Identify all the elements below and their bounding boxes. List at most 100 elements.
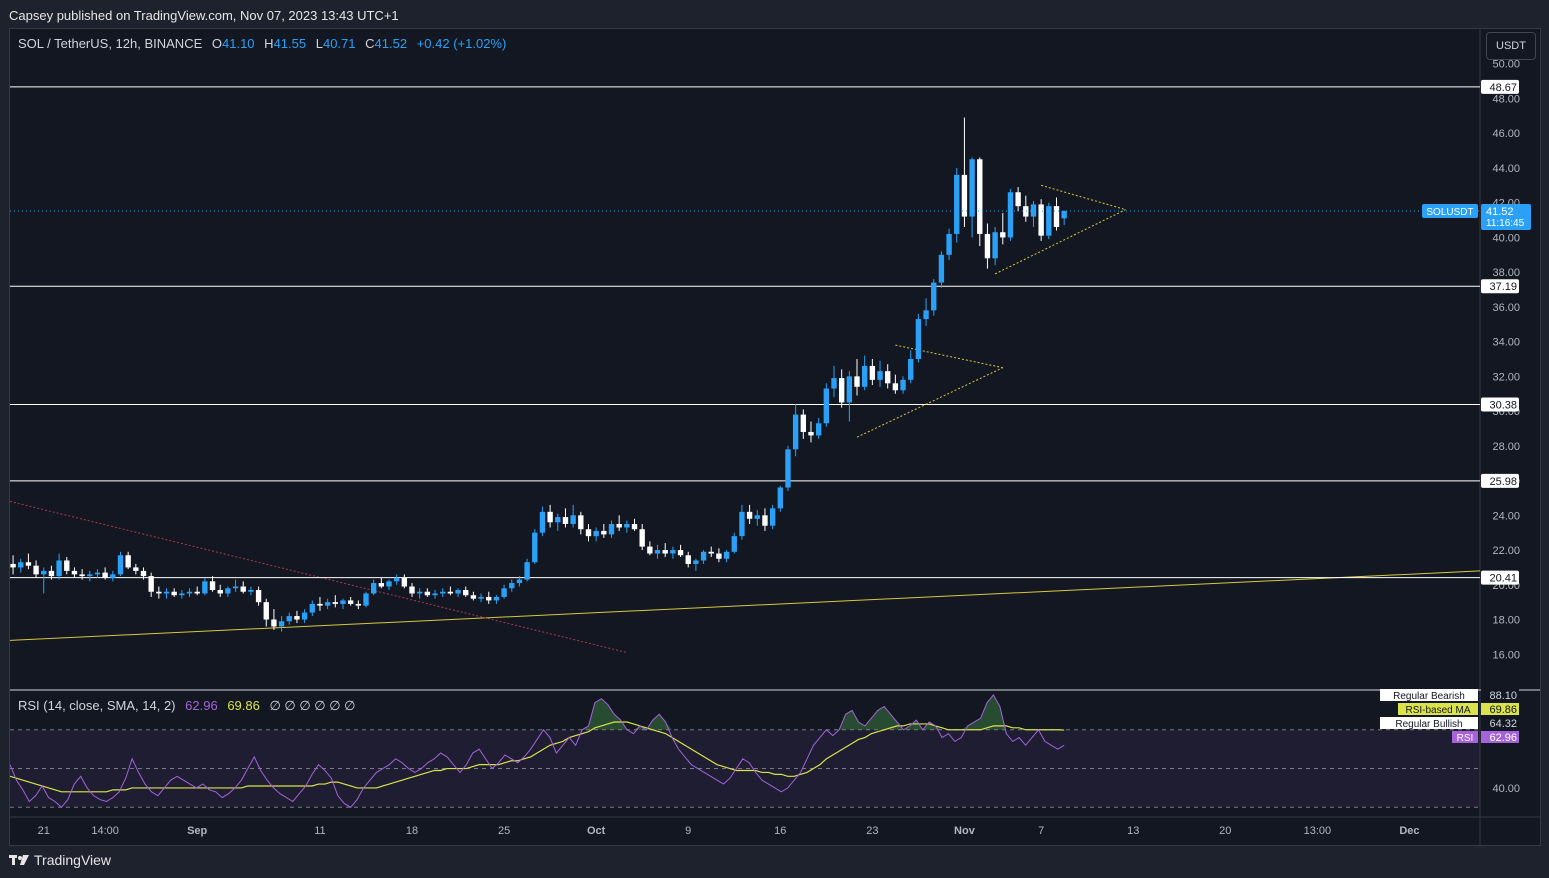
candle <box>202 577 208 596</box>
candle-body <box>217 590 223 594</box>
candle-body <box>278 621 285 627</box>
candle <box>117 551 124 577</box>
candle-body <box>110 574 116 578</box>
candle-body <box>1015 192 1021 207</box>
candle-body <box>631 524 638 530</box>
rsi-title[interactable]: RSI (14, close, SMA, 14, 2) <box>18 698 176 713</box>
candle-body <box>317 603 323 606</box>
candle <box>946 228 952 260</box>
candle-body <box>18 562 24 568</box>
candle-body <box>25 562 32 566</box>
candle-body <box>432 593 438 596</box>
candle-body <box>808 431 814 436</box>
candle-body <box>915 319 922 359</box>
tradingview-logo-icon <box>9 854 29 866</box>
candle <box>754 510 760 526</box>
candle-body <box>647 546 653 554</box>
open-label: O <box>211 36 222 51</box>
candle-body <box>608 524 615 535</box>
candle <box>823 383 830 427</box>
price-tick-label: 48.00 <box>1492 93 1520 105</box>
candle-body <box>1030 204 1037 217</box>
candle-body <box>562 517 569 524</box>
candle-body <box>685 555 691 564</box>
candle <box>578 511 584 535</box>
candle-body <box>286 616 292 622</box>
candle-body <box>463 590 469 596</box>
candle <box>1030 200 1037 227</box>
candle <box>1007 188 1014 241</box>
candle <box>217 584 223 597</box>
candle <box>1023 195 1029 222</box>
candle <box>585 524 592 542</box>
candle-body <box>79 574 85 577</box>
candle-body <box>447 591 454 594</box>
price-tick-label: 50.00 <box>1492 59 1520 71</box>
candle <box>862 355 868 391</box>
price-tick-label: 16.00 <box>1492 649 1520 661</box>
candle <box>56 553 62 580</box>
candle-body <box>470 595 477 599</box>
candle-body <box>800 414 806 432</box>
candle <box>386 579 392 590</box>
candle <box>33 560 39 578</box>
candle <box>915 313 922 363</box>
candle <box>877 360 883 387</box>
candle <box>179 590 185 599</box>
rsi-value: 62.96 <box>185 698 218 713</box>
candle <box>984 223 991 269</box>
triangle-pattern-line <box>1041 184 1126 211</box>
candle <box>493 595 500 604</box>
chart-canvas[interactable]: 16.0018.0020.0022.0024.0026.0028.0030.00… <box>10 29 1540 845</box>
candle-body <box>593 530 599 537</box>
time-tick-label: 7 <box>1038 825 1044 837</box>
price-tick-label: 34.00 <box>1492 337 1520 349</box>
rising-trendline <box>10 570 1481 641</box>
currency-button[interactable]: USDT <box>1486 32 1536 60</box>
time-tick-label: 21 <box>38 825 50 837</box>
candle <box>539 506 546 537</box>
candle-body <box>532 532 538 563</box>
candle <box>102 567 108 580</box>
candle <box>654 544 661 559</box>
price-tick-label: 46.00 <box>1492 128 1520 140</box>
candle <box>225 586 231 597</box>
candle-body <box>931 282 937 311</box>
candle-body <box>440 591 446 594</box>
candle-body <box>815 423 822 436</box>
candle <box>608 520 615 538</box>
candle-body <box>731 536 737 552</box>
time-tick-label: Dec <box>1399 825 1419 837</box>
candle-body <box>639 529 645 547</box>
candle <box>524 558 530 582</box>
candle <box>1046 202 1052 240</box>
candle <box>240 581 246 594</box>
candle <box>248 586 254 596</box>
candle-body <box>370 583 377 594</box>
candle-body <box>225 588 231 594</box>
tradingview-logo[interactable]: TradingView <box>9 852 111 868</box>
candle-body <box>792 414 799 450</box>
candle-body <box>209 581 216 590</box>
symbol-title[interactable]: SOL / TetherUS, 12h, BINANCE <box>18 36 202 51</box>
time-tick-label: Sep <box>187 825 207 837</box>
candle-body <box>294 616 300 620</box>
candle <box>209 576 216 592</box>
candle <box>324 598 331 610</box>
candle-body <box>171 591 177 596</box>
chart-frame[interactable]: 16.0018.0020.0022.0024.0026.0028.0030.00… <box>9 28 1541 846</box>
candle <box>785 445 791 491</box>
candle <box>363 591 369 608</box>
candle-body <box>877 371 883 380</box>
rsi-tag-name: Regular Bullish <box>1395 719 1462 730</box>
rsi-tag-value: 64.32 <box>1489 718 1517 730</box>
candle-body <box>746 511 753 519</box>
candle <box>885 364 891 389</box>
candle-body <box>186 591 193 594</box>
high-label: H <box>264 36 274 51</box>
candle <box>393 574 400 585</box>
candle <box>470 591 477 601</box>
candle <box>463 586 469 597</box>
candle-body <box>854 376 860 387</box>
candle-body <box>570 515 576 524</box>
